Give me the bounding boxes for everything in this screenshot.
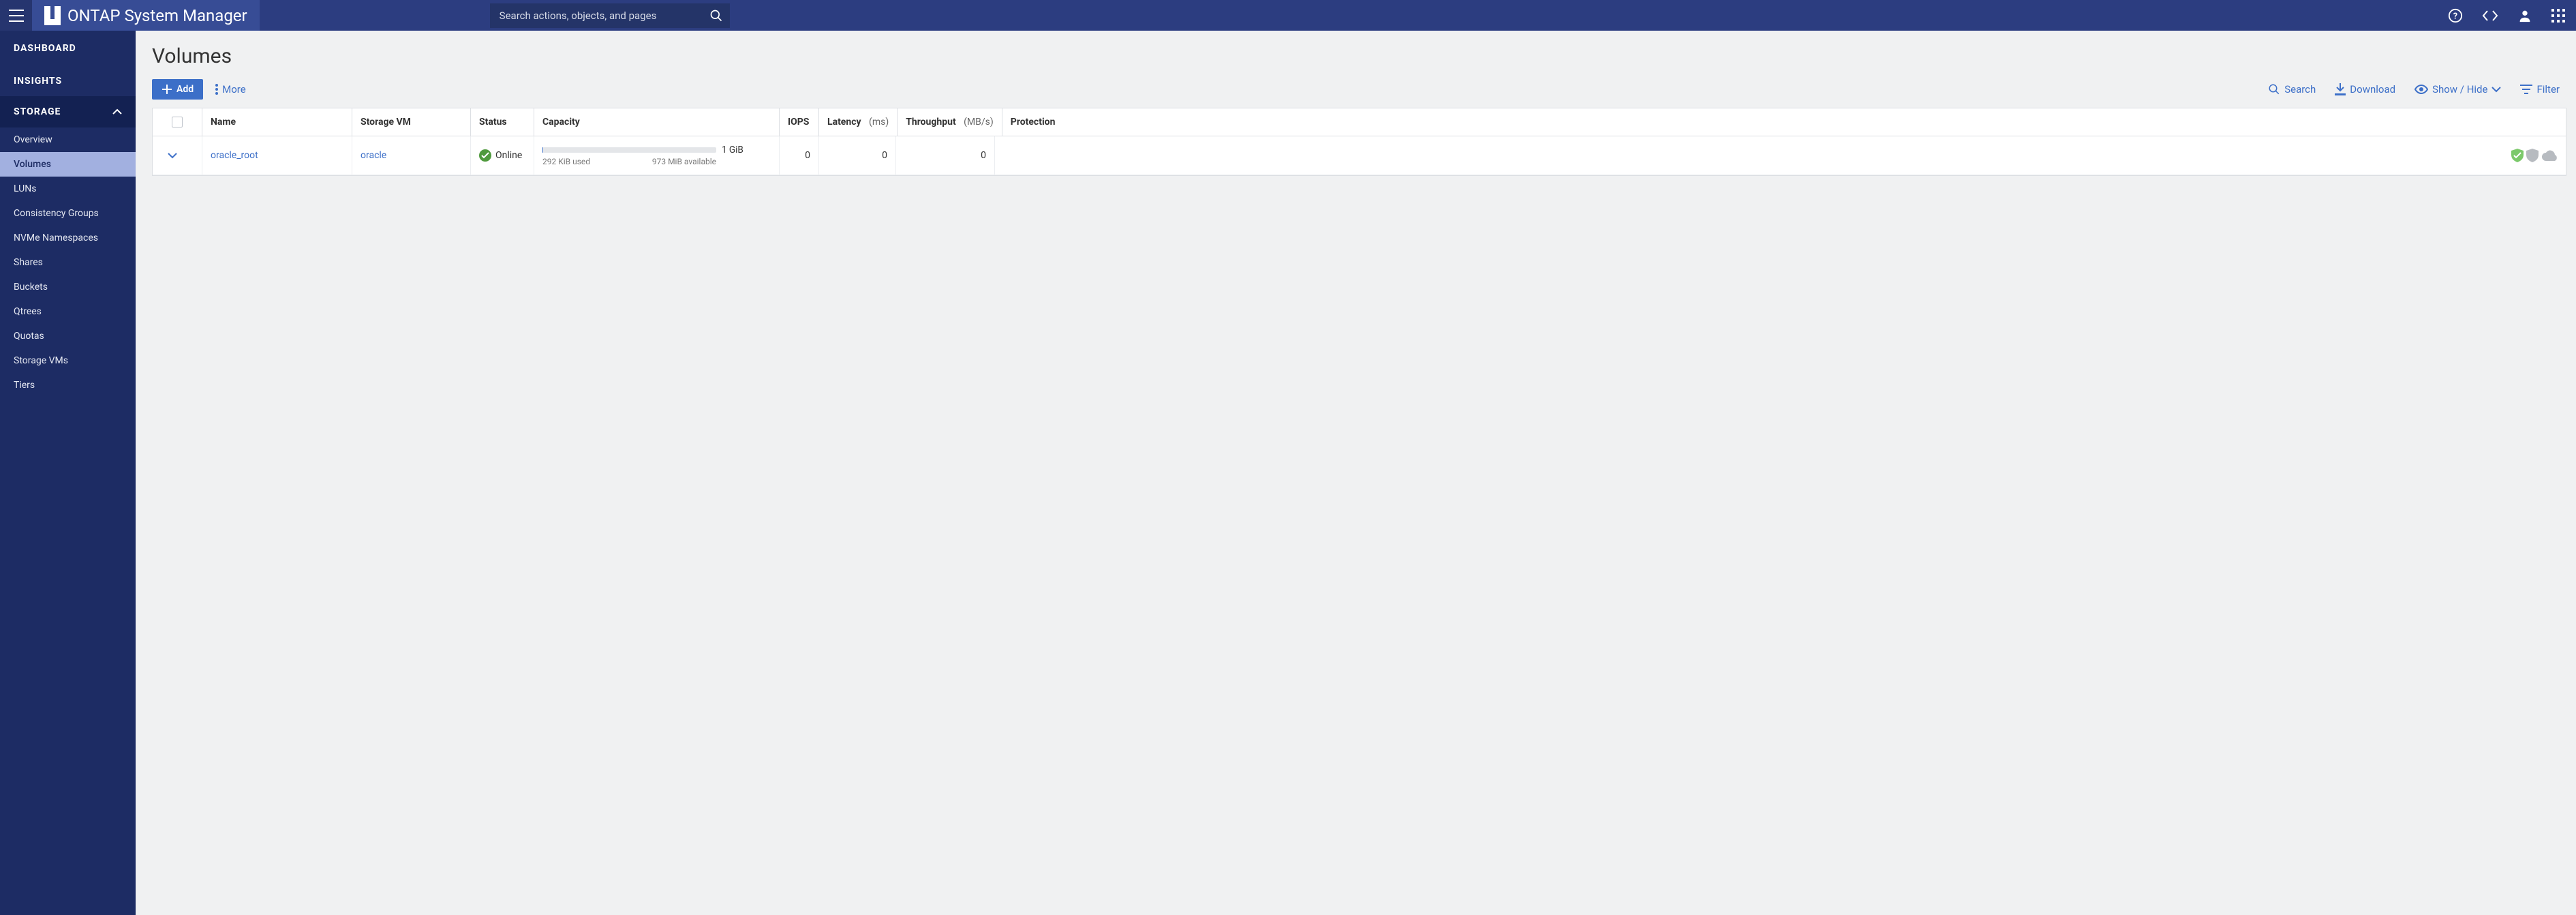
filter-button[interactable]: Filter — [2520, 83, 2560, 95]
sidebar-item-buckets[interactable]: Buckets — [0, 275, 136, 299]
table-search-button[interactable]: Search — [2268, 83, 2316, 95]
user-icon — [2517, 8, 2532, 23]
hamburger-icon — [9, 10, 24, 22]
nav-dashboard[interactable]: DASHBOARD — [0, 31, 136, 63]
table-search-label: Search — [2284, 83, 2316, 95]
download-label: Download — [2350, 83, 2395, 95]
download-button[interactable]: Download — [2335, 83, 2395, 95]
main-content: Volumes Add More Search Download — [136, 31, 2576, 915]
svm-link[interactable]: oracle — [361, 150, 386, 161]
sidebar-item-overview[interactable]: Overview — [0, 127, 136, 152]
col-iops[interactable]: IOPS — [780, 108, 819, 136]
table-header-row: Name Storage VM Status Capacity IOPS Lat… — [153, 108, 2566, 136]
col-protection[interactable]: Protection — [1002, 108, 2566, 136]
apps-grid-icon — [2551, 9, 2565, 22]
sidebar-item-tiers[interactable]: Tiers — [0, 373, 136, 397]
nav-storage-label: STORAGE — [14, 106, 61, 117]
row-throughput: 0 — [896, 136, 995, 175]
capacity-bar — [542, 147, 716, 153]
code-icon — [2482, 9, 2498, 22]
chevron-down-icon — [2491, 86, 2501, 93]
topbar-actions: ? — [2448, 8, 2576, 23]
plus-icon — [162, 84, 172, 95]
svg-text:?: ? — [2453, 11, 2457, 21]
col-svm[interactable]: Storage VM — [352, 108, 471, 136]
download-icon — [2335, 83, 2346, 95]
capacity-used: 292 KiB used — [542, 157, 590, 166]
brand[interactable]: ONTAP System Manager — [32, 0, 260, 31]
status-text: Online — [495, 150, 522, 161]
showhide-button[interactable]: Show / Hide — [2414, 83, 2501, 95]
status-online-icon — [479, 149, 491, 162]
brand-logo-icon — [44, 6, 61, 25]
eye-icon — [2414, 85, 2428, 94]
select-all-checkbox[interactable] — [172, 117, 183, 127]
add-label: Add — [177, 84, 194, 95]
api-button[interactable] — [2482, 9, 2498, 22]
protection-remote-icon — [2526, 149, 2539, 162]
filter-label: Filter — [2536, 83, 2560, 95]
col-capacity[interactable]: Capacity — [534, 108, 780, 136]
table-row: oracle_root oracle Online 1 GiB 292 KiB used… — [153, 136, 2566, 175]
filter-icon — [2520, 85, 2532, 94]
showhide-label: Show / Hide — [2432, 83, 2487, 95]
page-title: Volumes — [136, 31, 2576, 79]
volumes-table: Name Storage VM Status Capacity IOPS Lat… — [152, 108, 2566, 176]
row-iops: 0 — [780, 136, 819, 175]
apps-button[interactable] — [2551, 9, 2565, 22]
more-label: More — [222, 83, 246, 95]
nav-insights[interactable]: INSIGHTS — [0, 63, 136, 96]
row-expand-cell — [153, 136, 202, 175]
col-status[interactable]: Status — [471, 108, 534, 136]
col-checkbox — [153, 108, 202, 136]
search-placeholder: Search actions, objects, and pages — [500, 10, 709, 22]
col-name[interactable]: Name — [202, 108, 352, 136]
sidebar-item-nvme-namespaces[interactable]: NVMe Namespaces — [0, 226, 136, 250]
chevron-up-icon — [112, 108, 122, 115]
sidebar-item-consistency-groups[interactable]: Consistency Groups — [0, 201, 136, 226]
row-protection — [995, 136, 2566, 175]
sidebar-item-qtrees[interactable]: Qtrees — [0, 299, 136, 324]
row-latency: 0 — [819, 136, 896, 175]
sidebar-item-quotas[interactable]: Quotas — [0, 324, 136, 348]
protection-local-icon — [2511, 149, 2524, 162]
row-capacity: 1 GiB 292 KiB used 973 MiB available — [534, 136, 780, 175]
nav-storage-header[interactable]: STORAGE — [0, 96, 136, 127]
help-icon: ? — [2448, 8, 2463, 23]
toolbar: Add More Search Download Show / Hide — [136, 79, 2576, 108]
help-button[interactable]: ? — [2448, 8, 2463, 23]
kebab-icon — [215, 84, 218, 95]
col-latency[interactable]: Latency (ms) — [819, 108, 898, 136]
search-icon — [709, 9, 723, 22]
sidebar-item-luns[interactable]: LUNs — [0, 177, 136, 201]
add-button[interactable]: Add — [152, 79, 203, 100]
capacity-total: 1 GiB — [722, 145, 743, 155]
chevron-down-icon[interactable] — [168, 152, 177, 159]
more-button[interactable]: More — [215, 83, 246, 95]
row-name: oracle_root — [202, 136, 352, 175]
capacity-available: 973 MiB available — [652, 157, 716, 166]
sidebar-item-shares[interactable]: Shares — [0, 250, 136, 275]
hamburger-menu-button[interactable] — [0, 0, 32, 31]
topbar: ONTAP System Manager Search actions, obj… — [0, 0, 2576, 31]
volume-link[interactable]: oracle_root — [211, 150, 258, 161]
sidebar-item-volumes[interactable]: Volumes — [0, 152, 136, 177]
sidebar-item-storage-vms[interactable]: Storage VMs — [0, 348, 136, 373]
user-button[interactable] — [2517, 8, 2532, 23]
global-search[interactable]: Search actions, objects, and pages — [490, 3, 730, 28]
row-svm: oracle — [352, 136, 471, 175]
protection-cloud-icon — [2541, 150, 2558, 161]
search-icon — [2268, 83, 2280, 95]
app-name: ONTAP System Manager — [67, 6, 247, 25]
leftnav: DASHBOARD INSIGHTS STORAGE OverviewVolum… — [0, 31, 136, 915]
row-status: Online — [471, 136, 534, 175]
col-throughput[interactable]: Throughput (MB/s) — [898, 108, 1002, 136]
